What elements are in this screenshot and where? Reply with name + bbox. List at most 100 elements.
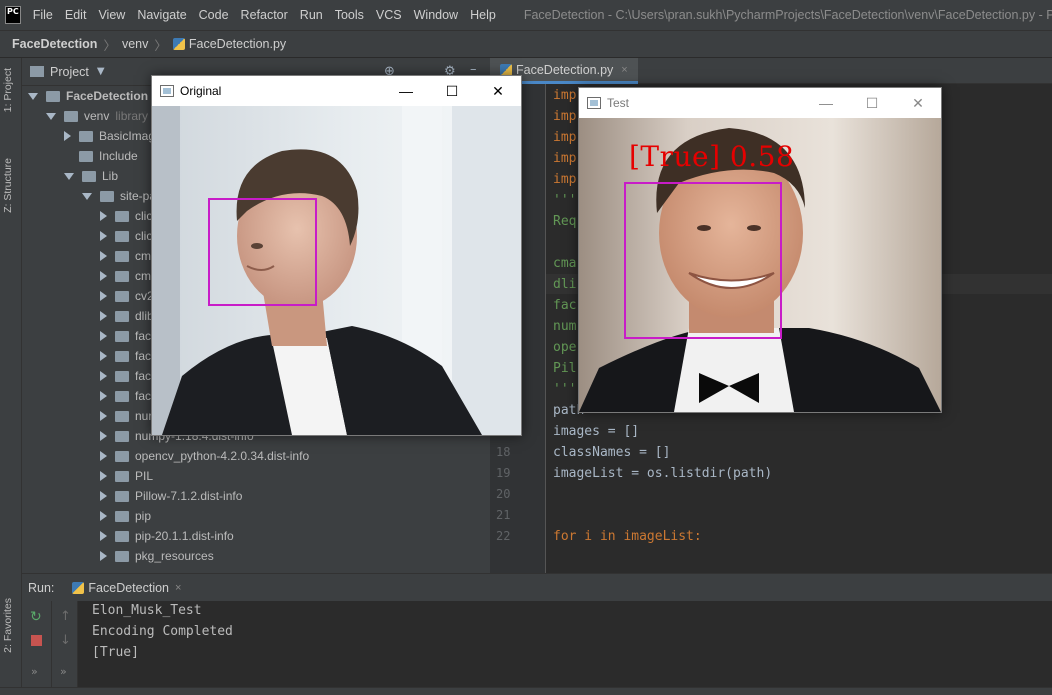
tree-item[interactable]: nur bbox=[100, 406, 152, 426]
chevron-right-icon[interactable] bbox=[100, 371, 107, 381]
tree-item[interactable]: pip bbox=[100, 506, 151, 526]
tree-item[interactable]: Pillow-7.1.2.dist-info bbox=[100, 486, 242, 506]
tree-item[interactable]: cm bbox=[100, 266, 151, 286]
tree-item[interactable]: cv2 bbox=[100, 286, 154, 306]
close-icon[interactable]: × bbox=[175, 582, 181, 594]
chevron-right-icon[interactable] bbox=[100, 231, 107, 241]
chevron-right-icon[interactable] bbox=[100, 411, 107, 421]
line-number: 20 bbox=[496, 487, 511, 501]
menu-navigate[interactable]: Navigate bbox=[137, 8, 186, 22]
tree-item[interactable]: venv library r bbox=[46, 106, 155, 126]
chevron-down-icon[interactable] bbox=[82, 192, 92, 200]
run-toolbar: ↻ » bbox=[22, 601, 52, 687]
tool-tab-project[interactable]: 1: Project bbox=[2, 68, 14, 112]
folder-icon bbox=[115, 530, 129, 542]
close-button[interactable]: ✕ bbox=[895, 88, 941, 118]
menu-file[interactable]: File bbox=[33, 8, 53, 22]
menu-edit[interactable]: Edit bbox=[65, 8, 87, 22]
tree-item[interactable]: BasicImag bbox=[64, 126, 155, 146]
tree-item[interactable]: pkg_resources bbox=[100, 546, 214, 566]
chevron-right-icon[interactable] bbox=[100, 531, 107, 541]
menu-tools[interactable]: Tools bbox=[335, 8, 364, 22]
chevron-right-icon[interactable] bbox=[100, 311, 107, 321]
tree-item[interactable]: Include bbox=[64, 146, 138, 166]
original-window-titlebar[interactable]: Original — ☐ ✕ bbox=[152, 76, 521, 106]
tree-item[interactable]: opencv_python-4.2.0.34.dist-info bbox=[100, 446, 309, 466]
tree-item[interactable]: face bbox=[100, 346, 158, 366]
menu-run[interactable]: Run bbox=[300, 8, 323, 22]
folder-icon bbox=[79, 130, 93, 142]
chevron-right-icon[interactable] bbox=[100, 511, 107, 521]
test-window-titlebar[interactable]: Test — ☐ ✕ bbox=[579, 88, 941, 118]
chevron-right-icon[interactable] bbox=[64, 131, 71, 141]
chevron-right-icon[interactable] bbox=[100, 391, 107, 401]
tree-item[interactable]: dlib bbox=[100, 306, 154, 326]
chevron-right-icon[interactable] bbox=[100, 271, 107, 281]
minimize-button[interactable]: — bbox=[803, 88, 849, 118]
folder-icon bbox=[115, 270, 129, 282]
menu-refactor[interactable]: Refactor bbox=[241, 8, 288, 22]
tree-item[interactable]: pip-20.1.1.dist-info bbox=[100, 526, 234, 546]
menu-help[interactable]: Help bbox=[470, 8, 496, 22]
tool-tab-structure[interactable]: Z: Structure bbox=[2, 158, 14, 213]
original-image-window[interactable]: Original — ☐ ✕ bbox=[151, 75, 522, 436]
tree-item-label: Pillow-7.1.2.dist-info bbox=[135, 489, 243, 503]
chevron-right-icon[interactable] bbox=[100, 451, 107, 461]
chevron-right-icon[interactable] bbox=[100, 291, 107, 301]
dropdown-arrow-icon[interactable]: ▼ bbox=[97, 66, 105, 77]
line-number: 18 bbox=[496, 445, 511, 459]
arrow-down-icon[interactable]: ↓ bbox=[60, 633, 71, 648]
tree-item[interactable]: cm bbox=[100, 246, 151, 266]
breadcrumb-venv[interactable]: venv bbox=[122, 37, 148, 51]
test-image-window[interactable]: Test — ☐ ✕ [True] 0.58 bbox=[578, 87, 942, 413]
chevron-right-icon[interactable] bbox=[100, 351, 107, 361]
run-toolbar-secondary: ↑ ↓ » bbox=[52, 601, 78, 687]
code-line: imp bbox=[553, 130, 577, 145]
close-icon[interactable]: × bbox=[621, 64, 627, 76]
chevron-right-icon[interactable] bbox=[100, 551, 107, 561]
match-result-label: [True] 0.58 bbox=[629, 140, 795, 173]
folder-icon bbox=[115, 450, 129, 462]
menu-bar: PC File Edit View Navigate Code Refactor… bbox=[0, 0, 1052, 30]
chevron-right-icon[interactable] bbox=[100, 251, 107, 261]
tree-item[interactable]: PIL bbox=[100, 466, 153, 486]
breadcrumb-file[interactable]: FaceDetection.py bbox=[189, 37, 286, 51]
tool-tab-favorites[interactable]: 2: Favorites bbox=[2, 598, 14, 653]
tree-item[interactable]: face bbox=[100, 326, 158, 346]
more-icon[interactable]: » bbox=[60, 665, 67, 678]
stop-icon[interactable] bbox=[31, 635, 42, 646]
maximize-button[interactable]: ☐ bbox=[429, 76, 475, 106]
rerun-icon[interactable]: ↻ bbox=[30, 609, 42, 625]
run-tab-facedetection[interactable]: FaceDetection × bbox=[72, 581, 181, 595]
chevron-right-icon: 〉 bbox=[103, 38, 116, 53]
pycharm-logo-icon: PC bbox=[5, 6, 21, 24]
minimize-button[interactable]: — bbox=[383, 76, 429, 106]
tree-item[interactable]: clic bbox=[100, 226, 152, 246]
project-panel-title[interactable]: Project bbox=[50, 65, 89, 79]
tree-item[interactable]: Lib bbox=[64, 166, 118, 186]
tree-item[interactable]: clic bbox=[100, 206, 152, 226]
breadcrumb-project[interactable]: FaceDetection bbox=[12, 37, 97, 51]
tree-item[interactable]: face bbox=[100, 366, 158, 386]
tree-item[interactable]: face bbox=[100, 386, 158, 406]
menu-code[interactable]: Code bbox=[199, 8, 229, 22]
chevron-right-icon[interactable] bbox=[100, 471, 107, 481]
close-button[interactable]: ✕ bbox=[475, 76, 521, 106]
chevron-right-icon[interactable] bbox=[100, 431, 107, 441]
chevron-right-icon[interactable] bbox=[100, 211, 107, 221]
menu-vcs[interactable]: VCS bbox=[376, 8, 402, 22]
maximize-button[interactable]: ☐ bbox=[849, 88, 895, 118]
chevron-right-icon[interactable] bbox=[100, 331, 107, 341]
more-icon[interactable]: » bbox=[31, 665, 38, 678]
arrow-up-icon[interactable]: ↑ bbox=[60, 609, 71, 624]
chevron-down-icon[interactable] bbox=[28, 92, 38, 100]
menu-view[interactable]: View bbox=[98, 8, 125, 22]
folder-icon bbox=[46, 90, 60, 102]
menu-window[interactable]: Window bbox=[414, 8, 458, 22]
tree-item[interactable]: site-pa bbox=[82, 186, 156, 206]
chevron-down-icon[interactable] bbox=[46, 112, 56, 120]
tree-item[interactable]: FaceDetection bbox=[28, 86, 148, 106]
folder-icon bbox=[115, 430, 129, 442]
chevron-down-icon[interactable] bbox=[64, 172, 74, 180]
chevron-right-icon[interactable] bbox=[100, 491, 107, 501]
